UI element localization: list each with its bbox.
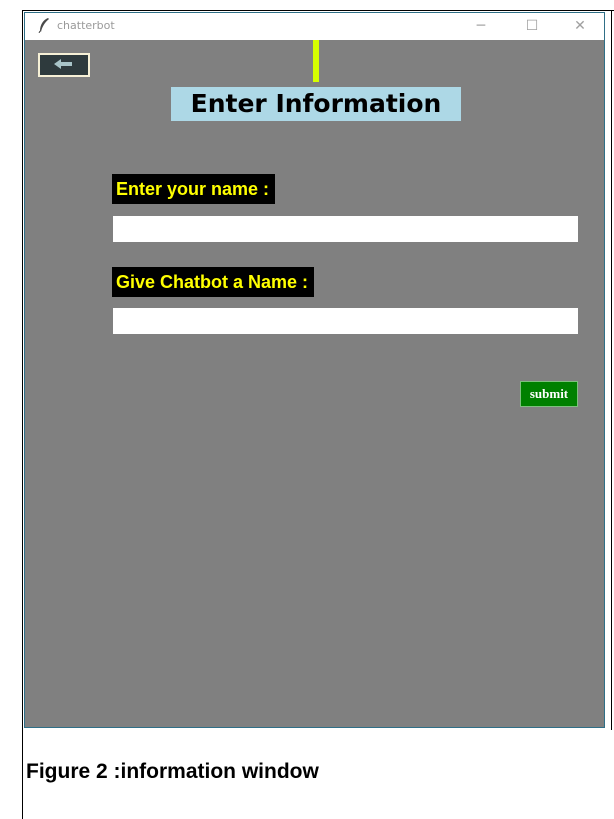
name-label: Enter your name : <box>112 174 276 204</box>
left-arrow-icon <box>54 56 74 74</box>
feather-icon <box>37 17 51 34</box>
table-border-top <box>22 10 614 11</box>
back-button[interactable] <box>38 53 90 77</box>
table-border-right <box>611 10 612 730</box>
accent-bar <box>313 40 319 82</box>
minimize-button[interactable]: ─ <box>469 17 493 35</box>
window-content: Enter Information Enter your name : Give… <box>25 40 604 727</box>
back-button-face <box>40 55 88 75</box>
maximize-button[interactable]: ☐ <box>520 17 544 35</box>
name-input[interactable] <box>113 216 578 242</box>
chatbot-name-label: Give Chatbot a Name : <box>112 267 315 297</box>
page-title: Enter Information <box>171 87 461 121</box>
app-window: chatterbot ─ ☐ ✕ Enter Information Enter… <box>24 12 605 728</box>
document-page: chatterbot ─ ☐ ✕ Enter Information Enter… <box>0 0 614 819</box>
close-button[interactable]: ✕ <box>568 17 592 35</box>
title-bar[interactable]: chatterbot ─ ☐ ✕ <box>25 13 604 40</box>
chatbot-name-input[interactable] <box>113 308 578 334</box>
table-border-left <box>22 10 23 819</box>
figure-caption: Figure 2 :information window <box>26 760 319 783</box>
submit-button[interactable]: submit <box>520 381 578 407</box>
window-title: chatterbot <box>57 19 115 32</box>
